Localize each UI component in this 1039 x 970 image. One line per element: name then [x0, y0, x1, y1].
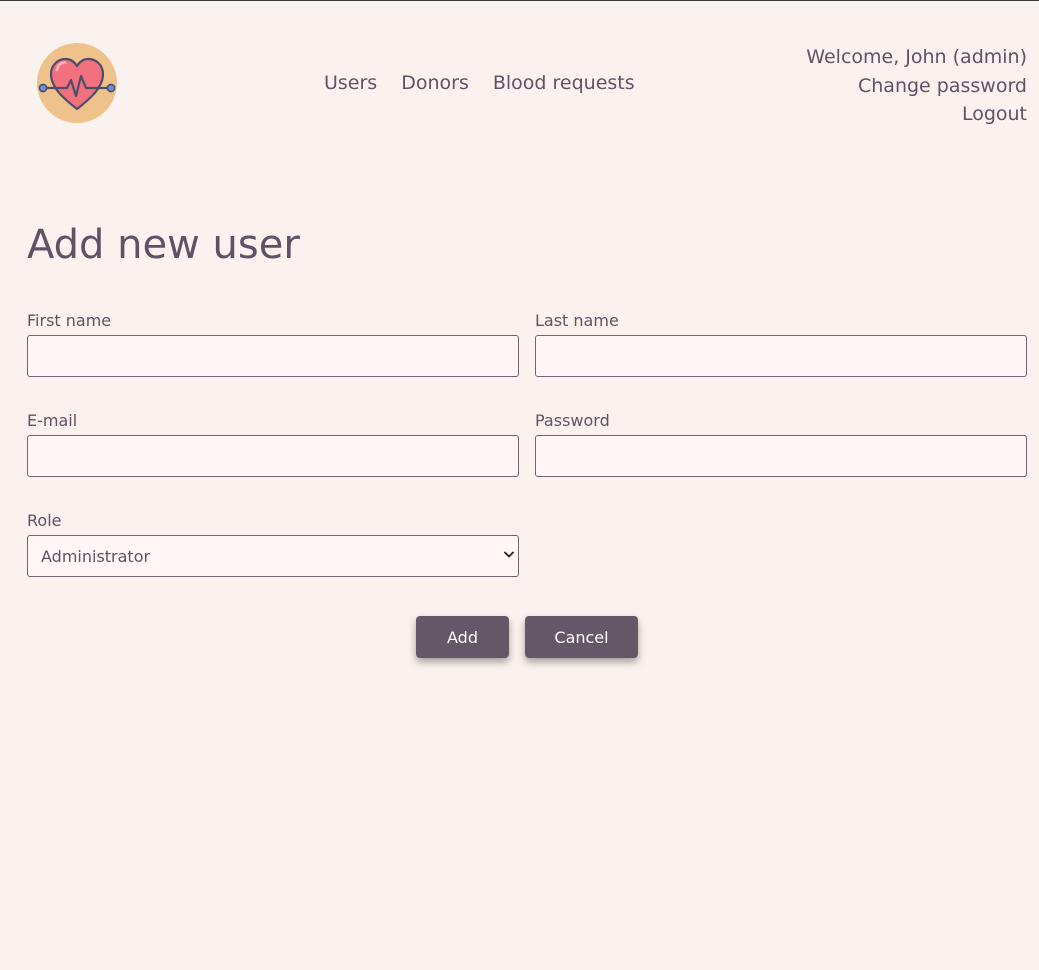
email-label: E-mail	[27, 411, 78, 430]
logout-link[interactable]: Logout	[806, 100, 1027, 129]
app-logo[interactable]	[37, 43, 117, 123]
welcome-text: Welcome, John (admin)	[806, 46, 1027, 68]
role-group: Role Administrator	[27, 511, 519, 577]
role-label: Role	[27, 511, 62, 530]
password-label: Password	[535, 411, 610, 430]
nav-blood-requests-link[interactable]: Blood requests	[493, 72, 635, 94]
first-name-input[interactable]	[27, 335, 519, 377]
first-name-label: First name	[27, 311, 112, 330]
last-name-input[interactable]	[535, 335, 1027, 377]
email-group: E-mail	[27, 411, 519, 477]
nav-donors-link[interactable]: Donors	[401, 72, 469, 94]
main-nav: Users Donors Blood requests	[324, 72, 635, 94]
user-menu: Welcome, John (admin) Change password Lo…	[806, 43, 1027, 129]
heart-pulse-icon	[37, 43, 117, 123]
last-name-label: Last name	[535, 311, 619, 330]
change-password-link[interactable]: Change password	[806, 72, 1027, 101]
first-name-group: First name	[27, 311, 519, 377]
password-group: Password	[535, 411, 1027, 477]
password-input[interactable]	[535, 435, 1027, 477]
email-input[interactable]	[27, 435, 519, 477]
cancel-button[interactable]: Cancel	[525, 616, 638, 658]
page-title: Add new user	[27, 222, 300, 268]
role-select-wrapper: Administrator	[27, 535, 519, 577]
last-name-group: Last name	[535, 311, 1027, 377]
role-select[interactable]: Administrator	[27, 535, 519, 577]
add-button[interactable]: Add	[416, 616, 509, 658]
nav-users-link[interactable]: Users	[324, 72, 377, 94]
